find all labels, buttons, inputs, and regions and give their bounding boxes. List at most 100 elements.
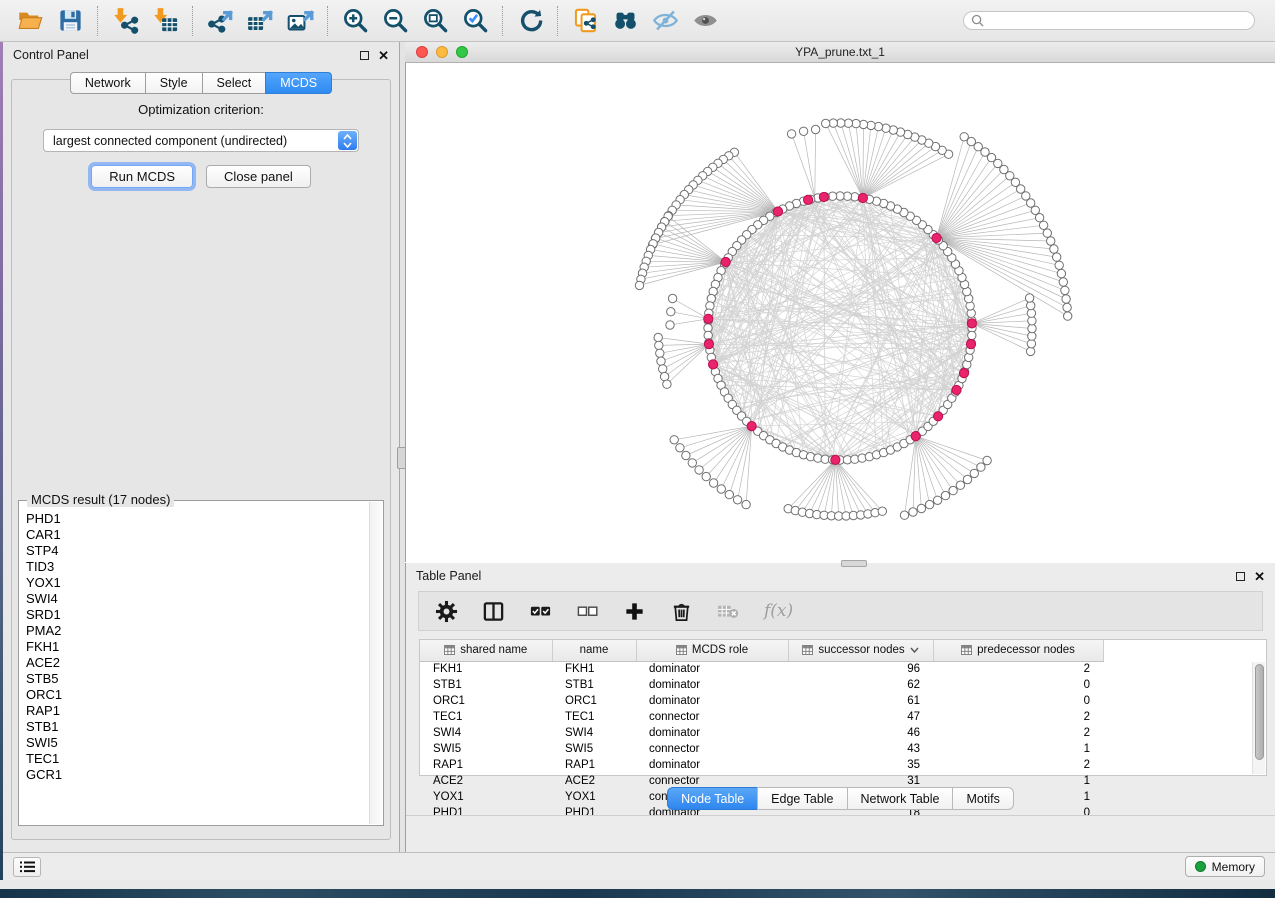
successor-cell[interactable]: 35 <box>788 757 933 773</box>
graph-hub-node[interactable] <box>709 360 718 369</box>
deselect-all-button[interactable] <box>576 600 599 623</box>
select-all-button[interactable] <box>529 600 552 623</box>
graph-leaf-node[interactable] <box>670 436 678 444</box>
mcds-result-item[interactable]: STP4 <box>26 543 369 559</box>
import-network-button[interactable] <box>105 4 145 38</box>
mcds-result-item[interactable]: STB5 <box>26 671 369 687</box>
name-cell[interactable]: FKH1 <box>552 661 636 677</box>
graph-hub-node[interactable] <box>747 422 756 431</box>
successor-cell[interactable]: 43 <box>788 741 933 757</box>
show-eye-button[interactable] <box>685 4 725 38</box>
graph-leaf-node[interactable] <box>1063 303 1071 311</box>
graph-leaf-node[interactable] <box>960 133 968 141</box>
graph-leaf-node[interactable] <box>900 511 908 519</box>
predecessor-cell[interactable]: 0 <box>933 693 1103 709</box>
graph-leaf-node[interactable] <box>1062 295 1070 303</box>
graph-leaf-node[interactable] <box>933 496 941 504</box>
graph-leaf-node[interactable] <box>799 127 807 135</box>
shared-name-cell[interactable]: RAP1 <box>420 757 552 773</box>
export-table-button[interactable] <box>240 4 280 38</box>
graph-leaf-node[interactable] <box>878 507 886 515</box>
mcds-result-item[interactable]: STB1 <box>26 719 369 735</box>
graph-leaf-node[interactable] <box>709 479 717 487</box>
graph-hub-node[interactable] <box>911 432 920 441</box>
graph-leaf-node[interactable] <box>983 456 991 464</box>
graph-hub-node[interactable] <box>858 193 867 202</box>
tab-select[interactable]: Select <box>202 72 266 94</box>
shared-name-cell[interactable]: STB1 <box>420 677 552 693</box>
export-network-button[interactable] <box>200 4 240 38</box>
save-button[interactable] <box>50 4 90 38</box>
trash-button[interactable] <box>670 600 693 623</box>
hide-eye-button[interactable] <box>645 4 685 38</box>
predecessor-cell[interactable]: 0 <box>933 677 1103 693</box>
mcds-result-item[interactable]: GCR1 <box>26 767 369 783</box>
mcds-role-cell[interactable]: dominator <box>636 677 788 693</box>
tab-edge-table[interactable]: Edge Table <box>757 787 846 810</box>
graph-hub-node[interactable] <box>704 314 713 323</box>
graph-leaf-node[interactable] <box>717 485 725 493</box>
mcds-result-item[interactable]: ORC1 <box>26 687 369 703</box>
mcds-role-cell[interactable]: dominator <box>636 661 788 677</box>
clone-network-button[interactable] <box>565 4 605 38</box>
graph-leaf-node[interactable] <box>1039 221 1047 229</box>
graph-hub-node[interactable] <box>721 257 730 266</box>
graph-leaf-node[interactable] <box>811 125 819 133</box>
predecessor-cell[interactable]: 2 <box>933 725 1103 741</box>
close-panel-button[interactable]: Close panel <box>206 165 311 188</box>
graph-leaf-node[interactable] <box>925 500 933 508</box>
tab-network-table[interactable]: Network Table <box>847 787 953 810</box>
graph-hub-node[interactable] <box>773 207 782 216</box>
criterion-dropdown[interactable]: largest connected component (undirected) <box>43 129 359 152</box>
graph-leaf-node[interactable] <box>1047 237 1055 245</box>
name-cell[interactable]: SWI5 <box>552 741 636 757</box>
graph-leaf-node[interactable] <box>1053 253 1061 261</box>
search-input[interactable] <box>984 15 1247 27</box>
shared-name-cell[interactable]: FKH1 <box>420 661 552 677</box>
graph-leaf-node[interactable] <box>874 122 882 130</box>
graph-leaf-node[interactable] <box>822 119 830 127</box>
memory-button[interactable]: Memory <box>1185 856 1265 877</box>
successor-cell[interactable]: 96 <box>788 661 933 677</box>
graph-leaf-node[interactable] <box>1050 245 1058 253</box>
refresh-button[interactable] <box>510 4 550 38</box>
graph-hub-node[interactable] <box>819 192 828 201</box>
mcds-result-item[interactable]: FKH1 <box>26 639 369 655</box>
graph-node[interactable] <box>968 331 976 339</box>
mcds-role-cell[interactable]: dominator <box>636 725 788 741</box>
graph-leaf-node[interactable] <box>970 469 978 477</box>
graph-leaf-node[interactable] <box>956 481 964 489</box>
graph-leaf-node[interactable] <box>655 341 663 349</box>
tab-network[interactable]: Network <box>70 72 145 94</box>
mcds-result-item[interactable]: TID3 <box>26 559 369 575</box>
graph-leaf-node[interactable] <box>663 380 671 388</box>
close-table-panel-icon[interactable]: ✕ <box>1254 572 1265 581</box>
mcds-result-item[interactable]: YOX1 <box>26 575 369 591</box>
gear-button[interactable] <box>435 600 458 623</box>
graph-leaf-node[interactable] <box>666 321 674 329</box>
graph-leaf-node[interactable] <box>1055 261 1063 269</box>
mcds-result-item[interactable]: SWI4 <box>26 591 369 607</box>
graph-leaf-node[interactable] <box>1026 347 1034 355</box>
mcds-role-cell[interactable]: dominator <box>636 693 788 709</box>
graph-leaf-node[interactable] <box>742 500 750 508</box>
graph-hub-node[interactable] <box>967 319 976 328</box>
table-row[interactable]: SWI4SWI4dominator462 <box>420 725 1103 741</box>
graph-leaf-node[interactable] <box>660 372 668 380</box>
tab-style[interactable]: Style <box>145 72 202 94</box>
mcds-result-item[interactable]: TEC1 <box>26 751 369 767</box>
graph-leaf-node[interactable] <box>949 486 957 494</box>
graph-leaf-node[interactable] <box>1057 269 1065 277</box>
zoom-in-button[interactable] <box>335 4 375 38</box>
open-folder-button[interactable] <box>10 4 50 38</box>
graph-leaf-node[interactable] <box>1027 309 1035 317</box>
graph-leaf-node[interactable] <box>659 365 667 373</box>
graph-leaf-node[interactable] <box>725 490 733 498</box>
graph-leaf-node[interactable] <box>917 504 925 512</box>
mcds-result-item[interactable]: SRD1 <box>26 607 369 623</box>
import-table-button[interactable] <box>145 4 185 38</box>
shared-name-cell[interactable]: SWI5 <box>420 741 552 757</box>
shared-name-cell[interactable]: ORC1 <box>420 693 552 709</box>
float-panel-icon[interactable] <box>360 51 369 60</box>
name-cell[interactable]: SWI4 <box>552 725 636 741</box>
